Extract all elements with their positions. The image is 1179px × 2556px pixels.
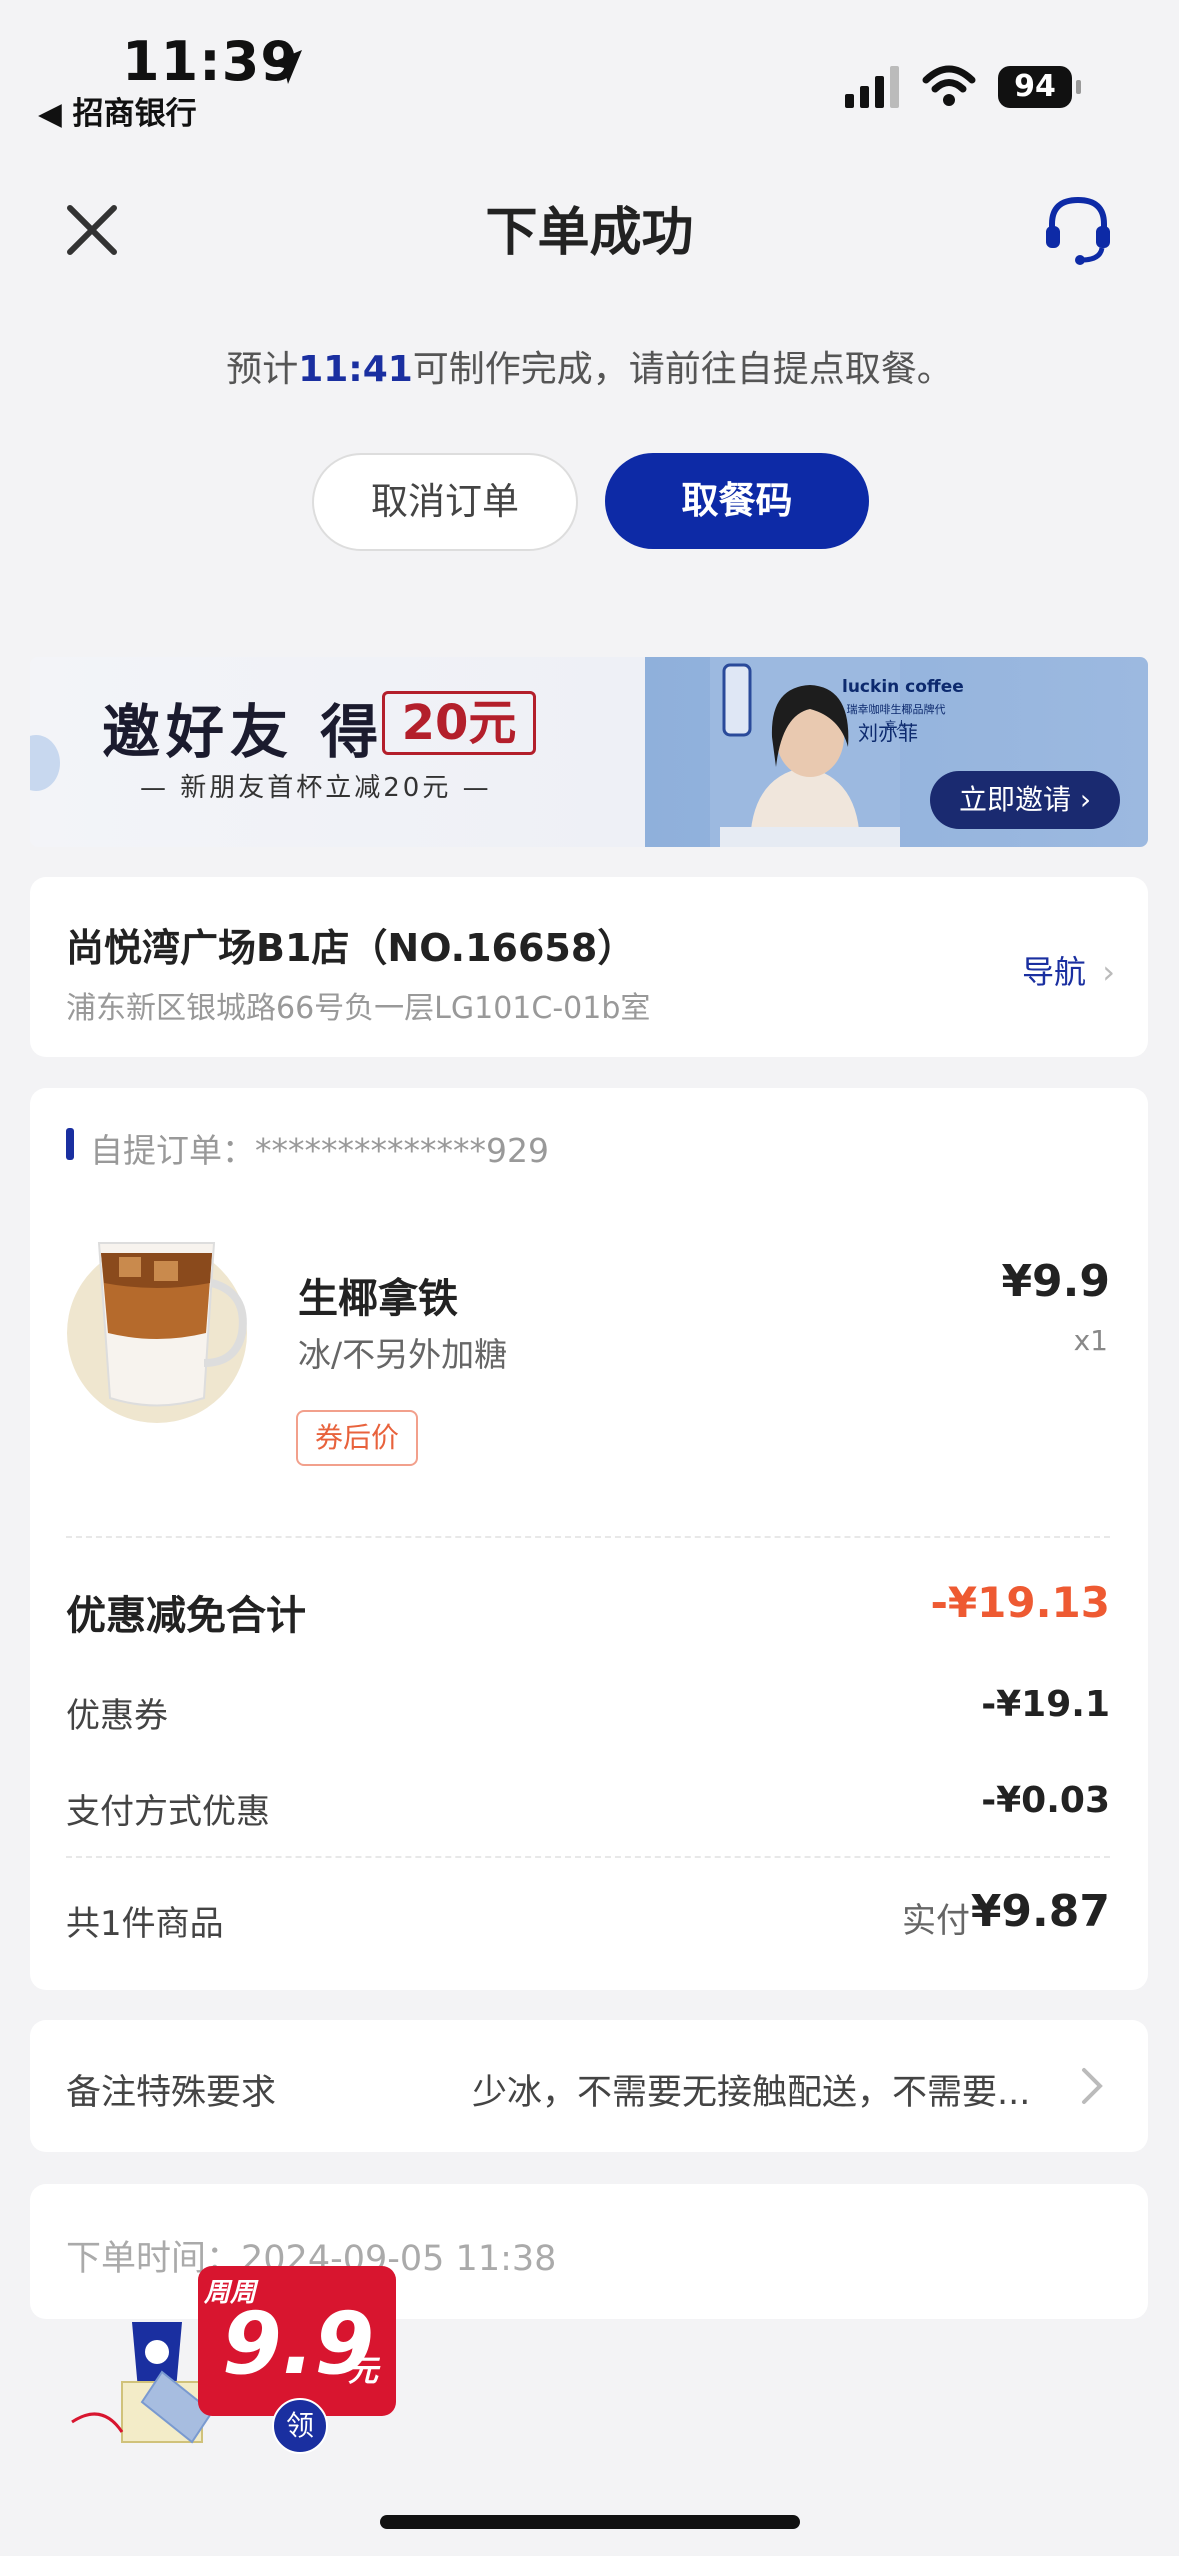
invite-banner[interactable]: 邀好友 得 20元 — 新朋友首杯立减20元 — luckin coffee 瑞… (30, 657, 1148, 847)
signal-icon (845, 66, 899, 108)
weekly-promo-widget[interactable]: 周周 9.9 元 领 (62, 2262, 402, 2454)
coupon-price-tag: 券后价 (296, 1410, 418, 1466)
paid-amount: ¥9.87 (970, 1886, 1110, 1937)
back-to-app-link[interactable]: ◀ 招商银行 (38, 88, 197, 133)
navigate-link[interactable]: 导航 › (1022, 947, 1115, 993)
payment-discount-label: 支付方式优惠 (66, 1792, 270, 1832)
banner-amount: 20元 (382, 691, 536, 755)
promo-claim-button[interactable]: 领 (272, 2398, 328, 2454)
product-price: ¥9.9 (1001, 1256, 1110, 1307)
pickup-code-button[interactable]: 取餐码 (605, 453, 869, 549)
cancel-order-button[interactable]: 取消订单 (312, 453, 578, 551)
customer-service-icon[interactable] (1040, 190, 1116, 266)
coupon-value: -¥19.1 (981, 1684, 1110, 1725)
banner-headline: 邀好友 得 (102, 698, 385, 766)
accent-bar (66, 1128, 74, 1160)
item-count: 共1件商品 (66, 1904, 224, 1944)
note-value: 少冰，不需要无接触配送，不需要... (472, 2073, 1031, 2113)
store-address: 浦东新区银城路66号负一层LG101C-01b室 (66, 991, 651, 1026)
discount-total-value: -¥19.13 (930, 1578, 1110, 1627)
divider (66, 1856, 1110, 1858)
location-arrow-icon (268, 50, 302, 84)
banner-decor (30, 735, 60, 791)
battery-tip (1076, 80, 1081, 94)
eta-message: 预计11:41可制作完成，请前往自提点取餐。 (226, 349, 953, 390)
chevron-right-icon (1082, 2068, 1103, 2104)
order-card: 自提订单：**************929 生椰拿铁 冰/不另外加糖 券后价 … (30, 1088, 1148, 1990)
chevron-right-icon: › (1102, 953, 1115, 991)
promo-badge: 周周 9.9 元 (198, 2266, 396, 2416)
payment-discount-value: -¥0.03 (981, 1780, 1110, 1821)
product-options: 冰/不另外加糖 (298, 1335, 508, 1374)
divider (66, 1536, 1110, 1538)
banner-subline: — 新朋友首杯立减20元 — (140, 773, 492, 803)
store-card: 尚悦湾广场B1店（NO.16658） 浦东新区银城路66号负一层LG101C-0… (30, 877, 1148, 1057)
store-name: 尚悦湾广场B1店（NO.16658） (66, 926, 636, 970)
note-card[interactable]: 备注特殊要求 少冰，不需要无接触配送，不需要... (30, 2020, 1148, 2152)
coupon-label: 优惠券 (66, 1696, 168, 1736)
battery-level: 94 (998, 66, 1072, 108)
promo-unit: 元 (348, 2354, 378, 2389)
product-image (67, 1242, 247, 1423)
wifi-icon (922, 65, 976, 106)
product-quantity: x1 (1073, 1324, 1108, 1357)
page-title: 下单成功 (485, 203, 694, 263)
paid-label: 实付 (902, 1901, 970, 1941)
order-id: 自提订单：**************929 (90, 1131, 549, 1170)
product-name: 生椰拿铁 (298, 1276, 458, 1322)
note-label: 备注特殊要求 (66, 2073, 277, 2113)
discount-total-label: 优惠减免合计 (66, 1593, 306, 1639)
home-indicator[interactable] (380, 2515, 800, 2529)
eta-time: 11:41 (298, 349, 413, 390)
banner-brand: luckin coffee (842, 677, 964, 697)
banner-ambassador: 刘亦菲 (858, 721, 918, 745)
invite-now-button[interactable]: 立即邀请 › (930, 771, 1120, 829)
